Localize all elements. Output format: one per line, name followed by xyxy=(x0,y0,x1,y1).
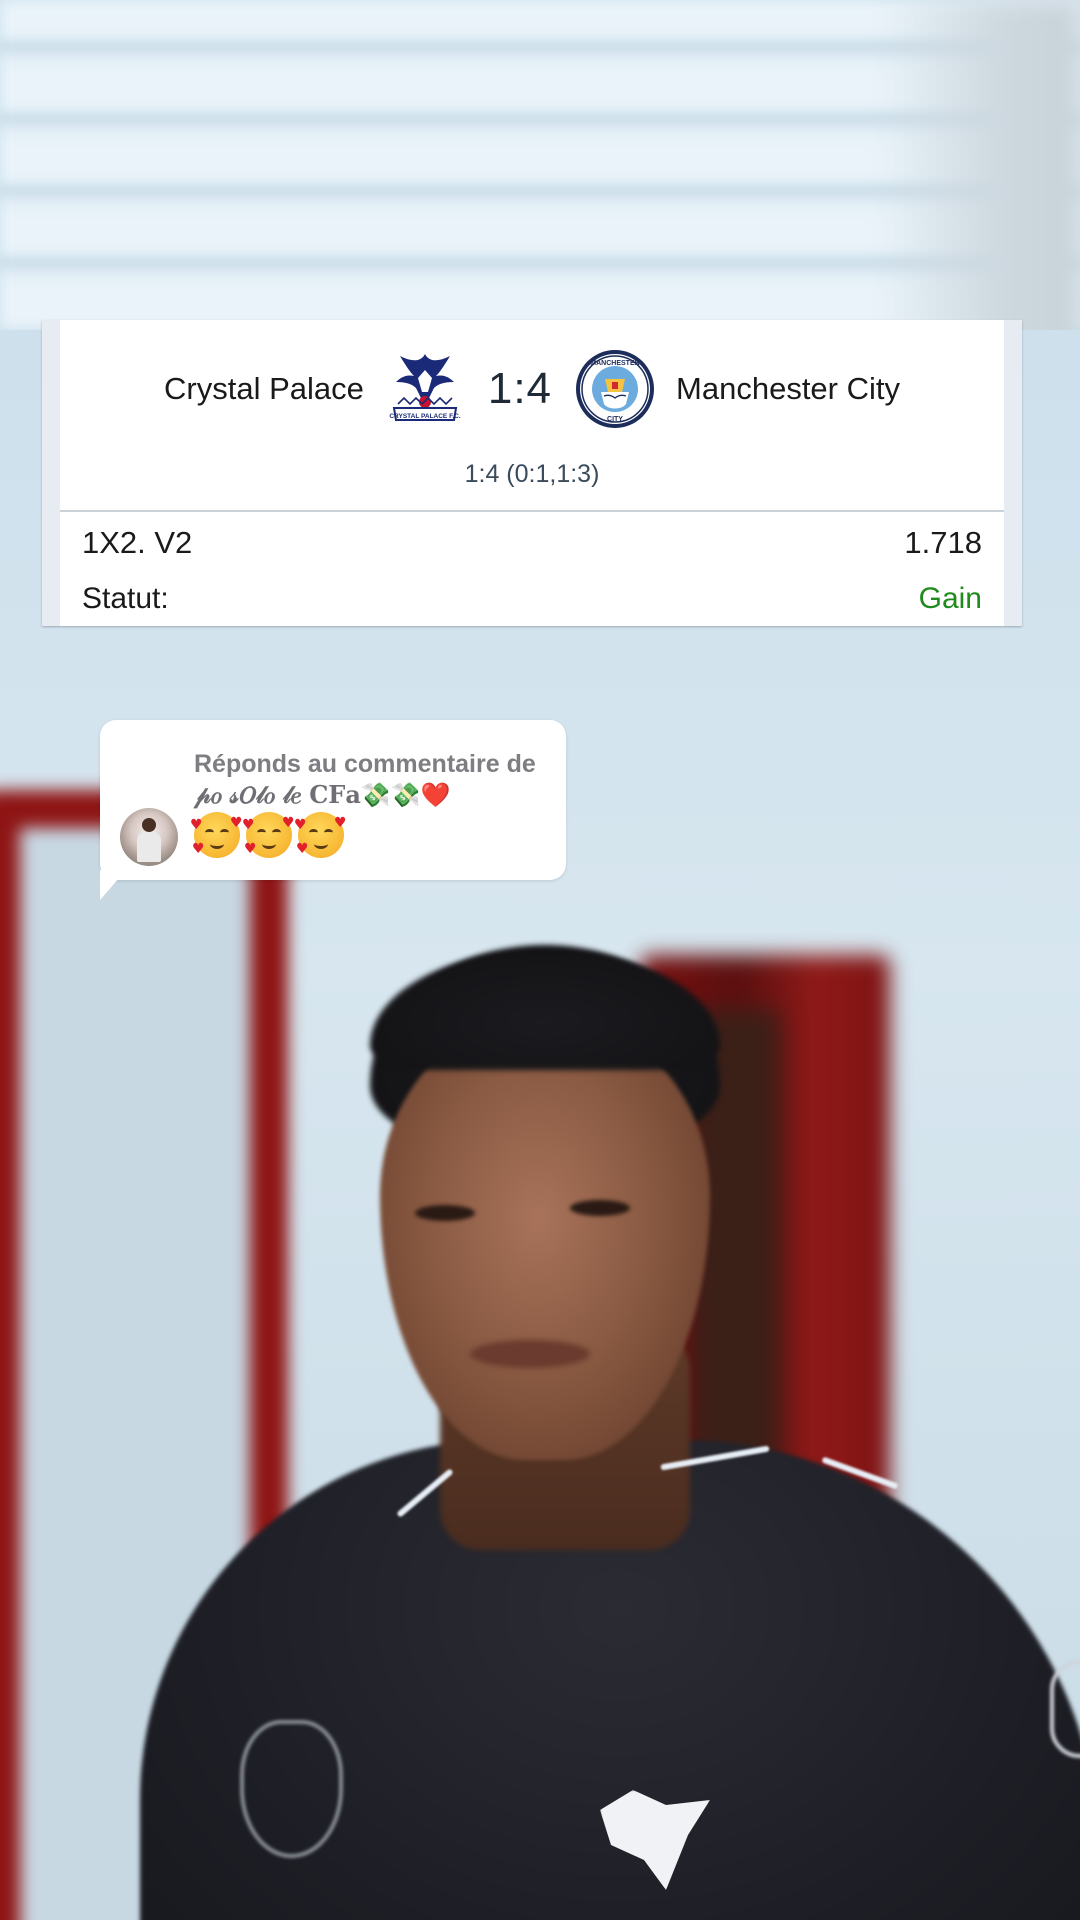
smiling-face-with-hearts-icon: ♥ ♥ ♥ xyxy=(242,812,295,858)
avatar-body xyxy=(137,832,161,862)
person-face xyxy=(380,1020,710,1460)
bet-status-row: Statut: Gain xyxy=(82,582,982,616)
bet-odds: 1.718 xyxy=(904,525,982,560)
reply-username: 𝓅𝑜 𝓈𝑂𝓁𝑜 𝓁𝑒 𝐂𝐅𝐚💸💸❤️ xyxy=(194,780,451,809)
status-label: Statut: xyxy=(82,582,169,615)
person-eye-left xyxy=(415,1205,475,1221)
home-team-name: Crystal Palace xyxy=(164,371,364,406)
match-score: 1:4 xyxy=(487,364,553,413)
svg-text:CRYSTAL PALACE F.C.: CRYSTAL PALACE F.C. xyxy=(389,413,460,420)
away-team-name: Manchester City xyxy=(676,371,900,406)
crystal-palace-crest-icon: CRYSTAL PALACE F.C. xyxy=(389,354,461,421)
sleeve-badge-icon xyxy=(1050,1660,1080,1758)
smiling-face-with-hearts-icon: ♥ ♥ ♥ xyxy=(294,812,347,858)
video-background xyxy=(0,0,1080,1920)
divider xyxy=(60,510,1004,512)
person-mouth xyxy=(470,1340,590,1368)
comment-reply-bubble[interactable]: Réponds au commentaire de 𝓅𝑜 𝓈𝑂𝓁𝑜 𝓁𝑒 𝐂𝐅𝐚… xyxy=(100,720,566,880)
manchester-city-crest-icon: MANCHESTER CITY xyxy=(576,350,655,428)
svg-text:CITY: CITY xyxy=(607,416,623,423)
match-row: Crystal Palace CRYSTAL PALACE F.C. 1:4 M… xyxy=(60,348,1004,430)
status-value: Gain xyxy=(918,582,982,615)
smiling-face-with-hearts-icon: ♥ ♥ ♥ xyxy=(190,812,243,858)
reply-comment-text: ♥ ♥ ♥ ♥ ♥ ♥ ♥ ♥ ♥ xyxy=(190,812,347,858)
bet-result-card: Crystal Palace CRYSTAL PALACE F.C. 1:4 M… xyxy=(42,320,1022,626)
shirt-crest-icon xyxy=(240,1720,343,1858)
bet-market: 1X2. V2 xyxy=(82,525,193,560)
score-detail: 1:4 (0:1,1:3) xyxy=(464,460,600,488)
person-eye-right xyxy=(570,1200,630,1216)
bet-market-row: 1X2. V2 1.718 xyxy=(82,525,982,561)
avatar[interactable] xyxy=(120,808,178,866)
svg-text:MANCHESTER: MANCHESTER xyxy=(590,360,639,367)
reply-title: Réponds au commentaire de xyxy=(194,750,536,778)
avatar-head xyxy=(142,818,156,832)
